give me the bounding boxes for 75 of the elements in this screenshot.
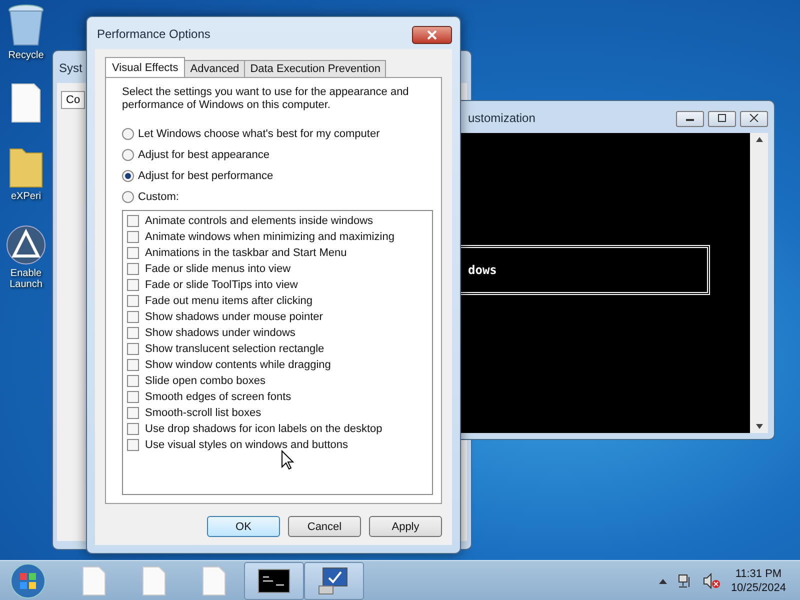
chevron-up-icon[interactable] xyxy=(658,578,667,584)
tab[interactable]: Data Execution Prevention xyxy=(244,60,386,78)
checkbox-label[interactable]: Fade or slide ToolTips into view xyxy=(145,279,298,291)
checkbox-label[interactable]: Smooth-scroll list boxes xyxy=(145,407,262,419)
checkbox-label[interactable]: Animations in the taskbar and Start Menu xyxy=(145,247,347,259)
icon-label[interactable]: Enable Launch xyxy=(10,268,42,290)
close-button[interactable] xyxy=(412,26,452,44)
checkbox-label[interactable]: Show window contents while dragging xyxy=(145,359,331,371)
checkbox[interactable] xyxy=(127,407,139,419)
checkbox-label[interactable]: Show shadows under mouse pointer xyxy=(145,311,323,323)
checkbox[interactable] xyxy=(127,375,139,387)
checkbox[interactable] xyxy=(127,343,139,355)
window-title: Syst xyxy=(58,60,84,77)
icon-label[interactable]: eXPeri xyxy=(10,191,41,202)
checkbox-label[interactable]: Fade out menu items after clicking xyxy=(145,295,313,307)
document-icon xyxy=(202,566,226,596)
description-text: Select the settings you want to use for the appearance and performance of Windows on this computer. xyxy=(122,86,410,112)
checkbox-label[interactable]: Animate controls and elements inside windows xyxy=(145,215,374,227)
checkbox-label[interactable]: Show translucent selection rectangle xyxy=(145,343,324,355)
tab[interactable]: Advanced xyxy=(184,60,246,78)
checkbox-label[interactable]: Use visual styles on windows and buttons xyxy=(145,439,348,451)
document-icon xyxy=(11,83,41,123)
scroll-down-icon[interactable] xyxy=(756,424,762,429)
checkbox[interactable] xyxy=(127,311,139,323)
radio-button[interactable] xyxy=(122,170,134,182)
checkbox[interactable] xyxy=(127,295,139,307)
checkbox[interactable] xyxy=(127,439,139,451)
close-icon xyxy=(427,30,437,40)
icon-label[interactable]: Recycle xyxy=(8,50,44,61)
document-icon xyxy=(82,566,106,596)
checkbox[interactable] xyxy=(127,263,139,275)
scroll-up-icon[interactable] xyxy=(756,137,762,142)
checkbox-label[interactable]: Show shadows under windows xyxy=(145,327,296,339)
checkbox[interactable] xyxy=(127,359,139,371)
window-title: ustomization xyxy=(467,110,536,127)
checkbox[interactable] xyxy=(127,423,139,435)
console-icon xyxy=(258,568,290,592)
close-icon xyxy=(749,114,759,122)
radio-button[interactable] xyxy=(122,148,134,160)
launcher-icon xyxy=(5,224,47,266)
tab[interactable]: Visual Effects xyxy=(105,57,186,78)
document-icon xyxy=(142,566,166,596)
radio-label[interactable]: Let Windows choose what's best for my computer xyxy=(138,128,380,140)
dialog-button[interactable]: Cancel xyxy=(288,516,361,537)
checkbox-label[interactable]: Slide open combo boxes xyxy=(145,375,266,387)
scrollbar[interactable] xyxy=(750,133,768,433)
checkbox[interactable] xyxy=(127,215,139,227)
clock[interactable]: 11:31 PM 10/25/2024 xyxy=(730,568,786,594)
checkbox[interactable] xyxy=(127,279,139,291)
mouse-pointer-icon xyxy=(281,450,295,470)
tab[interactable]: Co xyxy=(61,91,86,109)
minimize-button[interactable] xyxy=(676,111,704,127)
checkbox[interactable] xyxy=(127,391,139,403)
radio-button[interactable] xyxy=(122,190,134,202)
muted-speaker-icon[interactable] xyxy=(702,572,721,588)
checkbox-label[interactable]: Fade or slide menus into view xyxy=(145,263,291,275)
close-button[interactable] xyxy=(740,111,768,127)
checkbox[interactable] xyxy=(127,231,139,243)
checkbox[interactable] xyxy=(127,327,139,339)
taskbar-item[interactable] xyxy=(244,562,304,600)
dialog-button[interactable]: Apply xyxy=(369,516,442,537)
console-text: dows xyxy=(468,263,497,277)
radio-label[interactable]: Adjust for best appearance xyxy=(138,148,270,160)
radio-label[interactable]: Adjust for best performance xyxy=(138,170,274,182)
checkbox[interactable] xyxy=(127,247,139,259)
radio-label[interactable]: Custom: xyxy=(138,190,179,202)
trash-bin-icon xyxy=(7,4,45,48)
maximize-button[interactable] xyxy=(708,111,736,127)
radio-button[interactable] xyxy=(122,128,134,140)
checkbox-label[interactable]: Smooth edges of screen fonts xyxy=(145,391,292,403)
checkbox-label[interactable]: Animate windows when minimizing and maximizing xyxy=(145,231,394,243)
dialog-title: Performance Options xyxy=(96,26,212,43)
checkbox-label[interactable]: Use drop shadows for icon labels on the desktop xyxy=(145,423,382,435)
maximize-icon xyxy=(717,114,727,122)
dialog-button[interactable]: OK xyxy=(207,516,280,537)
